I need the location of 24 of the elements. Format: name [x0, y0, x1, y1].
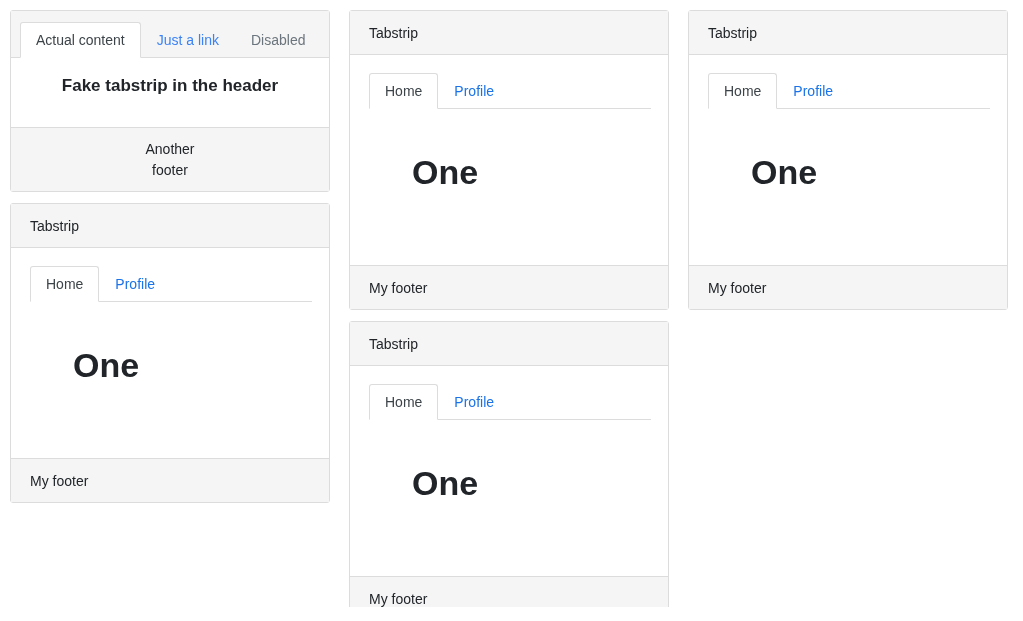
- tab[interactable]: Home: [708, 73, 778, 109]
- footer-text: My footer: [30, 472, 89, 489]
- tab[interactable]: Just a link: [140, 22, 235, 58]
- header-text: Tabstrip: [369, 335, 419, 352]
- tab[interactable]: Home: [369, 73, 439, 109]
- tab[interactable]: Actual content: [20, 22, 141, 58]
- tab-content-text: One: [412, 464, 479, 502]
- header-text: Tabstrip: [30, 217, 80, 234]
- header-text: Tabstrip: [708, 24, 758, 41]
- tab[interactable]: Profile: [438, 384, 511, 420]
- header-text: Tabstrip: [369, 24, 419, 41]
- tab[interactable]: Home: [369, 384, 439, 420]
- footer-text: My footer: [708, 279, 767, 296]
- tab[interactable]: Home: [30, 266, 100, 302]
- tab[interactable]: Profile: [438, 73, 511, 109]
- footer-text: My footer: [369, 590, 428, 607]
- footer-text: Another footer: [145, 139, 195, 180]
- tab-content-text: One: [412, 153, 479, 191]
- tab-content-text: One: [751, 153, 818, 191]
- tab[interactable]: Profile: [777, 73, 850, 109]
- card-title: Fake tabstrip in the header: [61, 76, 279, 97]
- footer-text: My footer: [369, 279, 428, 296]
- tab-content-text: One: [73, 346, 140, 384]
- tab[interactable]: Profile: [99, 266, 172, 302]
